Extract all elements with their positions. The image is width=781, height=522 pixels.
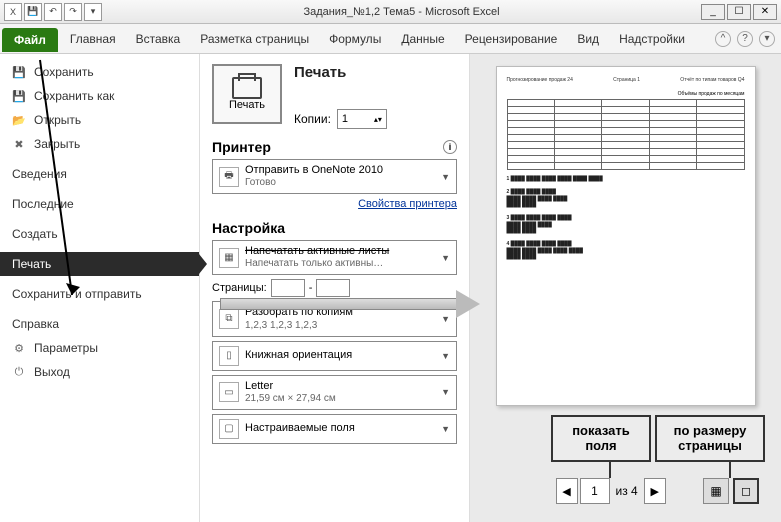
chevron-down-icon: ▼: [441, 387, 450, 397]
preview-notes: 1 ████ ████ ████ ████ ████ ████ 2 ████ █…: [507, 176, 745, 261]
annotation-big-arrow-icon: [220, 295, 480, 313]
prev-page-button[interactable]: ◀: [556, 478, 578, 504]
paper-sublabel: 21,59 см × 27,94 см: [245, 393, 336, 405]
print-button[interactable]: Печать: [212, 64, 282, 124]
copies-spinner[interactable]: 1 ▴▾: [337, 109, 387, 129]
qat-dropdown-icon[interactable]: ▾: [84, 3, 102, 21]
quick-access-toolbar: X 💾 ↶ ↷ ▾: [4, 3, 102, 21]
minimize-button[interactable]: _: [701, 4, 725, 20]
tab-pagelayout[interactable]: Разметка страницы: [190, 26, 319, 52]
printer-name: Отправить в OneNote 2010: [245, 164, 383, 177]
printer-status: Готово: [245, 177, 383, 189]
window-title: Задания_№1,2 Тема5 - Microsoft Excel: [102, 6, 701, 18]
preview-table-title: Объёмы продаж по месяцам: [507, 91, 745, 97]
sidebar-item-exit[interactable]: ⏻ Выход: [0, 360, 199, 384]
paper-label: Letter: [245, 380, 336, 393]
ribbon-tabs: Файл Главная Вставка Разметка страницы Ф…: [0, 24, 781, 54]
pages-to-label: -: [309, 282, 313, 294]
collate-sublabel: 1,2,3 1,2,3 1,2,3: [245, 320, 353, 332]
options-icon: ⚙: [12, 341, 26, 355]
printer-info-icon[interactable]: i: [443, 140, 457, 154]
spinner-arrows-icon[interactable]: ▴▾: [374, 115, 382, 124]
margins-icon: ▢: [219, 419, 239, 439]
page-header-left: Прогнозирование продаж 24: [507, 77, 573, 83]
save-icon[interactable]: 💾: [24, 3, 42, 21]
close-button[interactable]: ✕: [753, 4, 777, 20]
chevron-down-icon: ▼: [441, 424, 450, 434]
current-page-box[interactable]: 1: [580, 478, 610, 504]
margins-label: Настраиваемые поля: [245, 422, 355, 435]
print-panel: Печать Печать Копии: 1▴▾ Принтер i 🖶 Отп…: [200, 54, 470, 522]
callout-connector-icon: [729, 460, 731, 478]
closefile-icon: ✖: [12, 137, 26, 151]
ribbon-wincontrols-icon[interactable]: ▾: [759, 31, 775, 47]
tab-view[interactable]: Вид: [567, 26, 609, 52]
printer-icon: [232, 77, 262, 99]
copies-label: Копии:: [294, 112, 331, 126]
orientation-dropdown[interactable]: ▯ Книжная ориентация ▼: [212, 341, 457, 371]
sidebar-item-help[interactable]: Справка: [0, 312, 199, 336]
fit-page-button[interactable]: ◻: [733, 478, 759, 504]
tab-file[interactable]: Файл: [2, 28, 58, 52]
printer-device-icon: 🖶: [219, 167, 239, 187]
printer-properties-link[interactable]: Свойства принтера: [212, 198, 457, 210]
chevron-down-icon: ▼: [441, 351, 450, 361]
settings-heading: Настройка: [212, 220, 285, 236]
sidebar-label: Справка: [12, 317, 59, 331]
preview-page: Прогнозирование продаж 24 Страница 1 Отч…: [496, 66, 756, 406]
tab-addins[interactable]: Надстройки: [609, 26, 695, 52]
portrait-icon: ▯: [219, 346, 239, 366]
open-icon: 📂: [12, 113, 26, 127]
tab-data[interactable]: Данные: [391, 26, 454, 52]
excel-icon: X: [4, 3, 22, 21]
help-icon[interactable]: ?: [737, 31, 753, 47]
window-controls: _ ☐ ✕: [701, 4, 777, 20]
preview-table: [507, 99, 745, 170]
tab-home[interactable]: Главная: [60, 26, 126, 52]
copies-value: 1: [342, 113, 348, 125]
next-page-button[interactable]: ▶: [644, 478, 666, 504]
show-margins-button[interactable]: ▦: [703, 478, 729, 504]
tab-review[interactable]: Рецензирование: [455, 26, 568, 52]
paper-icon: ▭: [219, 382, 239, 402]
print-preview-pane: Прогнозирование продаж 24 Страница 1 Отч…: [470, 54, 781, 522]
callout-show-margins: показать поля: [551, 415, 651, 462]
printer-heading: Принтер: [212, 139, 271, 155]
page-header-center: Страница 1: [613, 77, 640, 83]
tab-insert[interactable]: Вставка: [126, 26, 191, 52]
title-bar: X 💾 ↶ ↷ ▾ Задания_№1,2 Тема5 - Microsoft…: [0, 0, 781, 24]
chevron-down-icon: ▼: [441, 314, 450, 324]
saveas-icon: 💾: [12, 89, 26, 103]
page-count-label: из 4: [612, 484, 642, 498]
maximize-button[interactable]: ☐: [727, 4, 751, 20]
page-header-right: Отчёт по типам товаров Q4: [680, 77, 744, 83]
paper-dropdown[interactable]: ▭ Letter21,59 см × 27,94 см ▼: [212, 375, 457, 410]
chevron-down-icon: ▼: [441, 172, 450, 182]
print-what-sublabel: Напечатать только активны…: [245, 258, 389, 270]
tab-formulas[interactable]: Формулы: [319, 26, 391, 52]
print-button-label: Печать: [229, 99, 265, 111]
exit-icon: ⏻: [12, 365, 26, 379]
sidebar-label: Параметры: [34, 341, 98, 355]
sidebar-label: Выход: [34, 365, 70, 379]
pages-label: Страницы:: [212, 282, 267, 294]
annotation-arrow-icon: [30, 55, 90, 305]
sidebar-item-options[interactable]: ⚙ Параметры: [0, 336, 199, 360]
callout-connector-icon: [609, 460, 611, 478]
redo-icon[interactable]: ↷: [64, 3, 82, 21]
orientation-label: Книжная ориентация: [245, 349, 352, 362]
print-what-label: Напечатать активные листы: [245, 245, 389, 258]
print-what-dropdown[interactable]: ▦ Напечатать активные листыНапечатать то…: [212, 240, 457, 275]
callout-fit-page: по размеру страницы: [655, 415, 765, 462]
undo-icon[interactable]: ↶: [44, 3, 62, 21]
chevron-down-icon: ▼: [441, 253, 450, 263]
minimize-ribbon-icon[interactable]: ^: [715, 31, 731, 47]
page-navigation: ◀ 1 из 4 ▶: [556, 478, 666, 504]
sheets-icon: ▦: [219, 248, 239, 268]
margins-dropdown[interactable]: ▢ Настраиваемые поля ▼: [212, 414, 457, 444]
printer-dropdown[interactable]: 🖶 Отправить в OneNote 2010Готово ▼: [212, 159, 457, 194]
save-icon: 💾: [12, 65, 26, 79]
